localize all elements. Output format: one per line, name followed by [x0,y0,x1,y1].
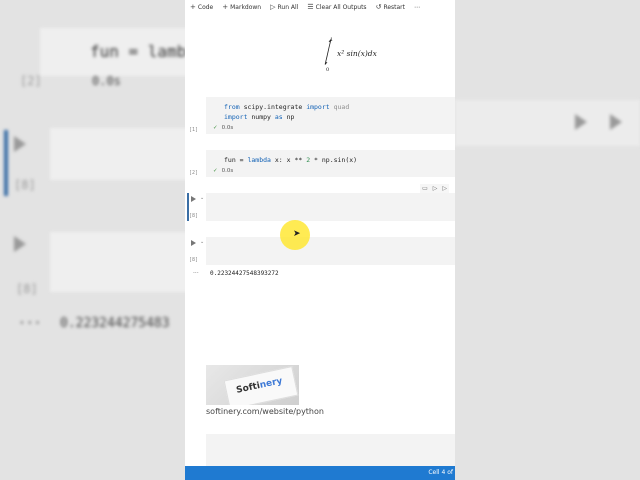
keyword: lambda [247,156,271,164]
bg-exec-count-2: [8] [14,178,36,192]
more-actions-button[interactable]: ⋯ [414,4,420,11]
run-cell-icon[interactable] [191,240,196,246]
code-text: fun = [224,156,248,164]
keyword: import [224,113,248,121]
restart-icon: ↺ [375,3,382,11]
keyword: from [224,103,240,111]
check-icon: ✓ [213,168,218,174]
restart-label: Restart [383,3,406,11]
bg-cell-3 [50,232,190,292]
bg-exec-count-3: [8] [16,282,38,296]
code-text: numpy [247,113,275,121]
promo-image: Softinery [206,365,299,405]
clear-icon: ☰ [307,3,314,11]
integrand: x² sin(x)dx [337,49,378,58]
bg-output: 0.223244275483 [60,316,170,331]
plus-icon: + [222,3,229,11]
bg-exec-count: [2] [20,74,42,88]
cell-status: ✓ 0.0s [213,125,233,131]
run-all-label: Run All [277,3,299,11]
chevron-down-icon[interactable]: ⌄ [200,239,204,245]
add-code-label: Code [197,3,214,11]
run-all-button[interactable]: ▷ Run All [270,3,298,11]
execution-count: [1] [189,127,199,133]
bg-code-text: fun = lamb [90,42,187,61]
code-line: fun = lambda x: x ** 2 * np.sin(x) [224,156,357,164]
cell-toolbar: ▭ ▷ ▷ [420,184,449,193]
notebook-panel: + Code + Markdown ▷ Run All ☰ Clear All … [185,0,455,480]
code-text: quad [329,103,350,111]
execution-count: [8] [189,213,199,219]
run-time: 0.0s [221,168,234,174]
more-icon: ⋯ [414,3,421,11]
bg-run-icon-2 [14,236,26,252]
cell-position: Cell 4 of [428,469,453,476]
clear-outputs-label: Clear All Outputs [315,3,367,11]
run-time: 0.0s [221,125,234,131]
plus-icon: + [190,3,196,11]
bg-time: 0.0s [92,74,121,88]
check-icon: ✓ [213,125,218,131]
integral-formula: 1 0 x² sin(x)dx [324,37,378,73]
play-icon: ▷ [270,3,276,11]
mouse-pointer-icon: ➤ [293,229,301,239]
bg-run-icon [14,136,26,152]
code-text: x: x ** [270,156,307,164]
integral-sign-icon [324,39,332,65]
add-markdown-label: Markdown [230,3,262,11]
cell-status: ✓ 0.0s [213,168,233,174]
execute-below-icon[interactable]: ▷ [442,185,447,192]
code-text: scipy.integrate [239,103,307,111]
notebook-toolbar: + Code + Markdown ▷ Run All ☰ Clear All … [185,0,455,14]
bg-cell-2 [50,128,190,180]
execution-count: [8] [189,257,199,263]
code-cell-4[interactable] [206,237,455,265]
execute-above-icon[interactable]: ▷ [433,185,438,192]
integral-lower-bound: 0 [326,67,329,73]
execution-count: [2] [189,170,199,176]
clear-outputs-button[interactable]: ☰ Clear All Outputs [307,3,366,11]
screen: fun = lamb [2] 0.0s [8] [8] ··· 0.223244… [0,0,640,480]
code-cell-3[interactable] [206,193,455,221]
code-line: from scipy.integrate import quad [224,103,349,111]
restart-button[interactable]: ↺ Restart [376,3,405,11]
promo-url: softinery.com/website/python [206,407,324,416]
output-menu-icon[interactable]: ··· [193,270,199,277]
bg-run-above-icon [575,114,587,130]
code-cell-5[interactable] [206,434,455,466]
status-bar: Cell 4 of [185,466,455,480]
code-text: np [282,113,295,121]
bg-ellipsis: ··· [18,316,42,331]
run-by-line-icon[interactable]: ▭ [422,185,428,192]
run-cell-icon[interactable] [191,196,196,202]
code-line: import numpy as np [224,113,294,121]
add-markdown-button[interactable]: + Markdown [222,3,261,11]
code-text: * np.sin(x) [310,156,358,164]
cell-output: 0.22324427548393272 [210,270,279,277]
chevron-down-icon[interactable]: ⌄ [200,195,204,201]
bg-run-below-icon [610,114,622,130]
bg-selection-bar [4,130,8,196]
keyword: as [274,113,283,121]
keyword: import [306,103,330,111]
add-code-button[interactable]: + Code [190,3,213,11]
